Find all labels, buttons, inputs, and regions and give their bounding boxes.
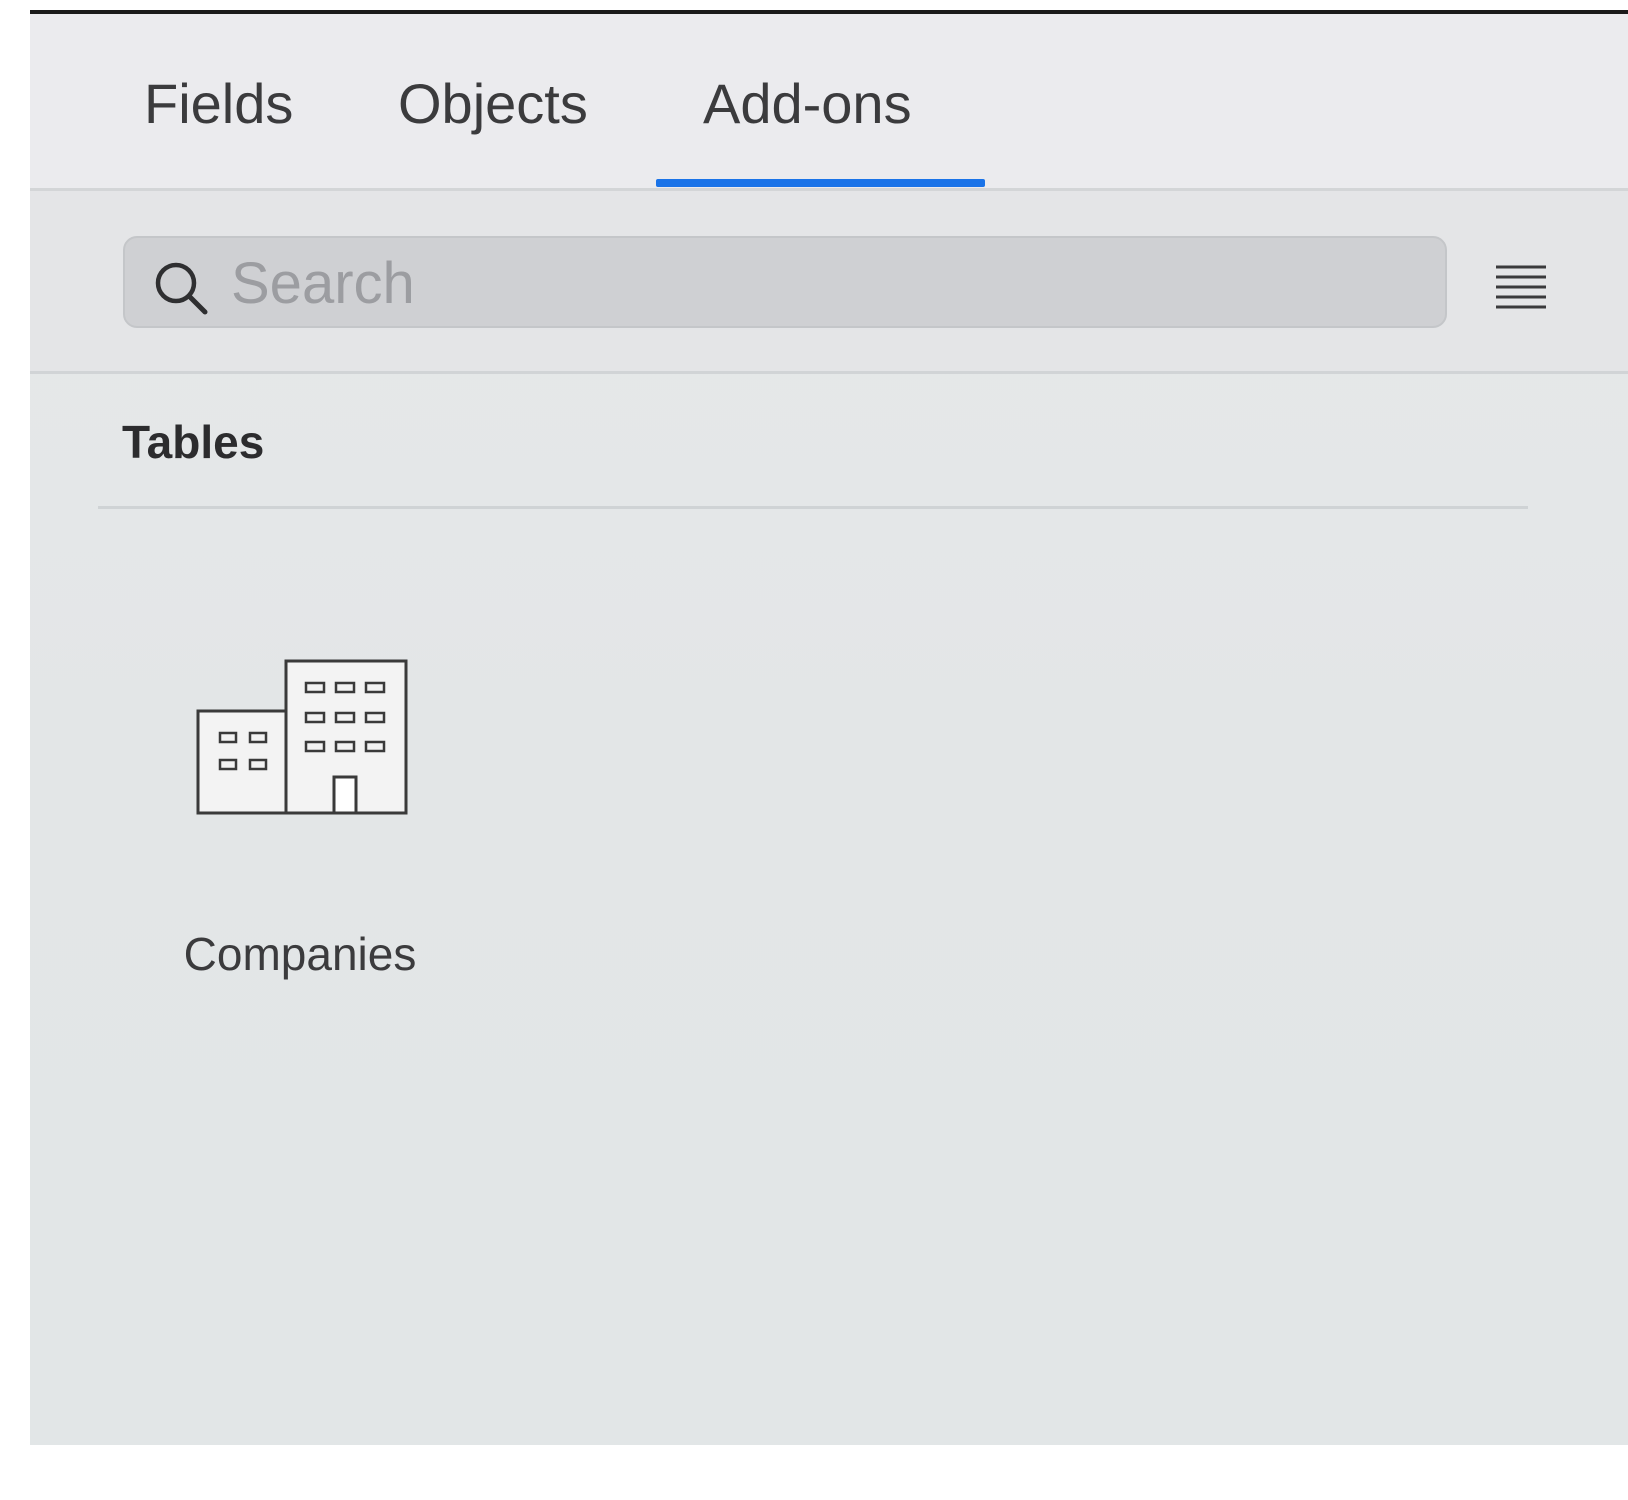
tab-bar: Fields Objects Add-ons	[30, 14, 1628, 191]
search-toolbar	[30, 191, 1628, 374]
add-ons-panel: Fields Objects Add-ons Tables	[30, 14, 1628, 1445]
tile-label-companies: Companies	[183, 928, 417, 980]
tile-companies[interactable]: Companies	[150, 634, 450, 1004]
tab-objects[interactable]: Objects	[398, 70, 588, 138]
section-divider	[98, 506, 1528, 509]
tab-fields[interactable]: Fields	[144, 70, 293, 138]
list-view-icon[interactable]	[1494, 263, 1548, 313]
building-icon	[196, 659, 408, 815]
section-title-tables: Tables	[122, 416, 265, 468]
search-icon	[155, 262, 208, 315]
search-input[interactable]	[231, 246, 1431, 320]
active-tab-indicator	[656, 179, 985, 187]
search-box[interactable]	[123, 236, 1447, 328]
tab-add-ons[interactable]: Add-ons	[703, 70, 912, 138]
